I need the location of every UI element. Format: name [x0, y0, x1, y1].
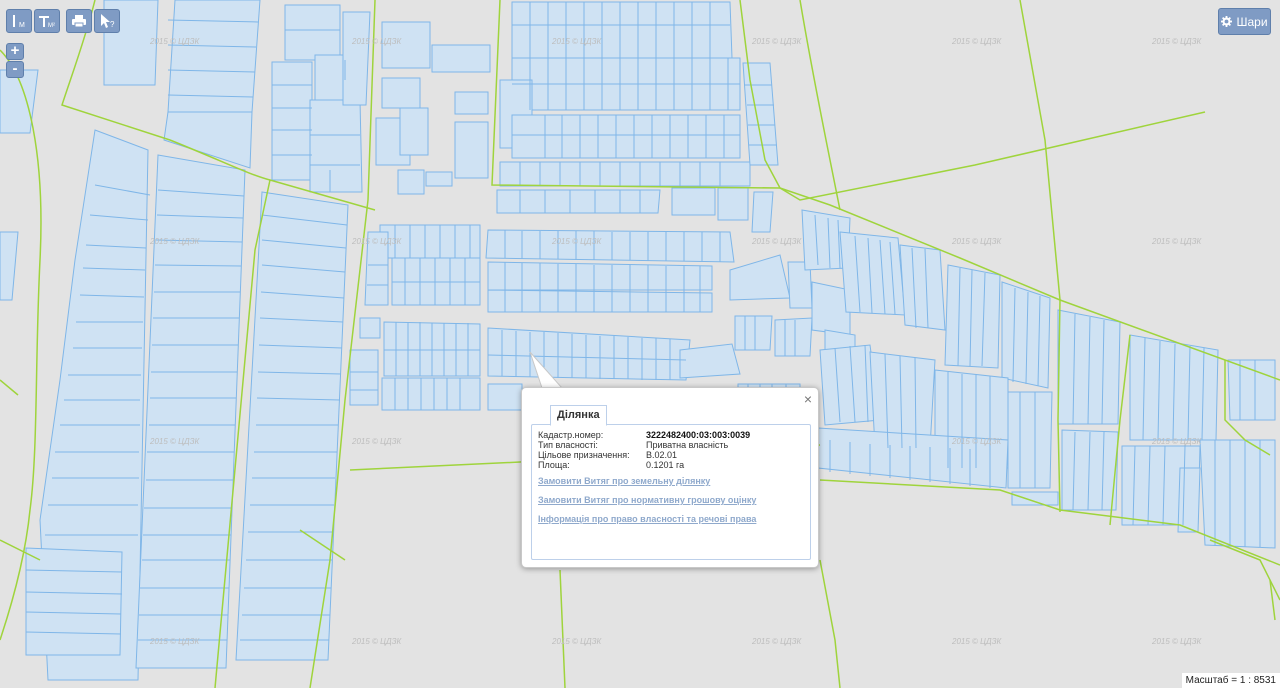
- watermark-text: 2015 © ЦДЗК: [351, 37, 402, 46]
- cadastral-number-value: 3222482400:03:003:0039: [646, 430, 751, 440]
- watermark-text: 2015 © ЦДЗК: [751, 637, 802, 646]
- order-valuation-extract-link[interactable]: Замовити Витяг про нормативну грошову оц…: [538, 495, 756, 505]
- svg-text:М: М: [19, 22, 25, 29]
- svg-text:?: ?: [110, 20, 115, 29]
- watermark-text: 2015 © ЦДЗК: [951, 437, 1002, 446]
- gear-icon: [1221, 16, 1233, 27]
- ruler-area-icon: М²: [39, 16, 55, 29]
- print-button[interactable]: [66, 9, 92, 33]
- attr-label: Тип власності:: [538, 440, 598, 450]
- watermark-text: 2015 © ЦДЗК: [751, 237, 802, 246]
- purpose-value: В.02.01: [646, 450, 678, 460]
- ownership-type-value: Приватна власність: [646, 440, 729, 450]
- attr-label: Кадастр.номер:: [538, 430, 604, 440]
- ruler-line-icon: М: [13, 15, 25, 29]
- zoom-out-button[interactable]: -: [6, 61, 24, 78]
- identify-cursor-icon: ?: [101, 14, 115, 29]
- measure-distance-button[interactable]: М: [6, 9, 32, 33]
- print-icon: [72, 15, 86, 28]
- watermark-text: 2015 © ЦДЗК: [951, 37, 1002, 46]
- watermark-text: 2015 © ЦДЗК: [149, 437, 200, 446]
- watermark-text: 2015 © ЦДЗК: [149, 637, 200, 646]
- layers-button[interactable]: Шари: [1218, 8, 1271, 35]
- measure-toolbar: М М²: [6, 9, 60, 33]
- watermark-text: 2015 © ЦДЗК: [551, 237, 602, 246]
- attr-label: Цільове призначення:: [538, 450, 630, 460]
- watermark-text: 2015 © ЦДЗК: [1151, 237, 1202, 246]
- zoom-in-button[interactable]: +: [6, 43, 24, 60]
- watermark-text: 2015 © ЦДЗК: [1151, 637, 1202, 646]
- watermark-text: 2015 © ЦДЗК: [951, 237, 1002, 246]
- ownership-rights-info-link[interactable]: Інформація про право власності та речові…: [538, 514, 756, 524]
- watermark-text: 2015 © ЦДЗК: [351, 437, 402, 446]
- attr-label: Площа:: [538, 460, 570, 470]
- order-parcel-extract-link[interactable]: Замовити Витяг про земельну ділянку: [538, 476, 710, 486]
- watermark-text: 2015 © ЦДЗК: [1151, 37, 1202, 46]
- watermark-text: 2015 © ЦДЗК: [351, 237, 402, 246]
- popup-content-panel: Кадастр.номер: 3222482400:03:003:0039 Ти…: [531, 424, 811, 560]
- cadastral-map[interactable]: 2015 © ЦДЗК 2015 © ЦДЗК 2015 © ЦДЗК 2015…: [0, 0, 1280, 688]
- measure-area-button[interactable]: М²: [34, 9, 60, 33]
- map-scale-label: Масштаб = 1 : 8531: [1181, 673, 1280, 688]
- layers-button-label: Шари: [1236, 14, 1268, 29]
- parcel-info-popup: × Ділянка Кадастр.номер: 3222482400:03:0…: [521, 387, 819, 568]
- close-icon[interactable]: ×: [804, 392, 812, 406]
- watermark-text: 2015 © ЦДЗК: [149, 37, 200, 46]
- watermark-text: 2015 © ЦДЗК: [351, 637, 402, 646]
- watermark-text: 2015 © ЦДЗК: [951, 637, 1002, 646]
- identify-button[interactable]: ?: [94, 9, 120, 33]
- watermark-text: 2015 © ЦДЗК: [751, 37, 802, 46]
- watermark-text: 2015 © ЦДЗК: [551, 637, 602, 646]
- tools-toolbar: ?: [66, 9, 120, 33]
- watermark-text: 2015 © ЦДЗК: [1151, 437, 1202, 446]
- popup-pointer: [529, 352, 566, 390]
- area-value: 0.1201 га: [646, 460, 685, 470]
- watermark-text: 2015 © ЦДЗК: [551, 37, 602, 46]
- svg-text:М²: М²: [48, 23, 55, 29]
- watermark-text: 2015 © ЦДЗК: [149, 237, 200, 246]
- tab-parcel[interactable]: Ділянка: [550, 405, 607, 426]
